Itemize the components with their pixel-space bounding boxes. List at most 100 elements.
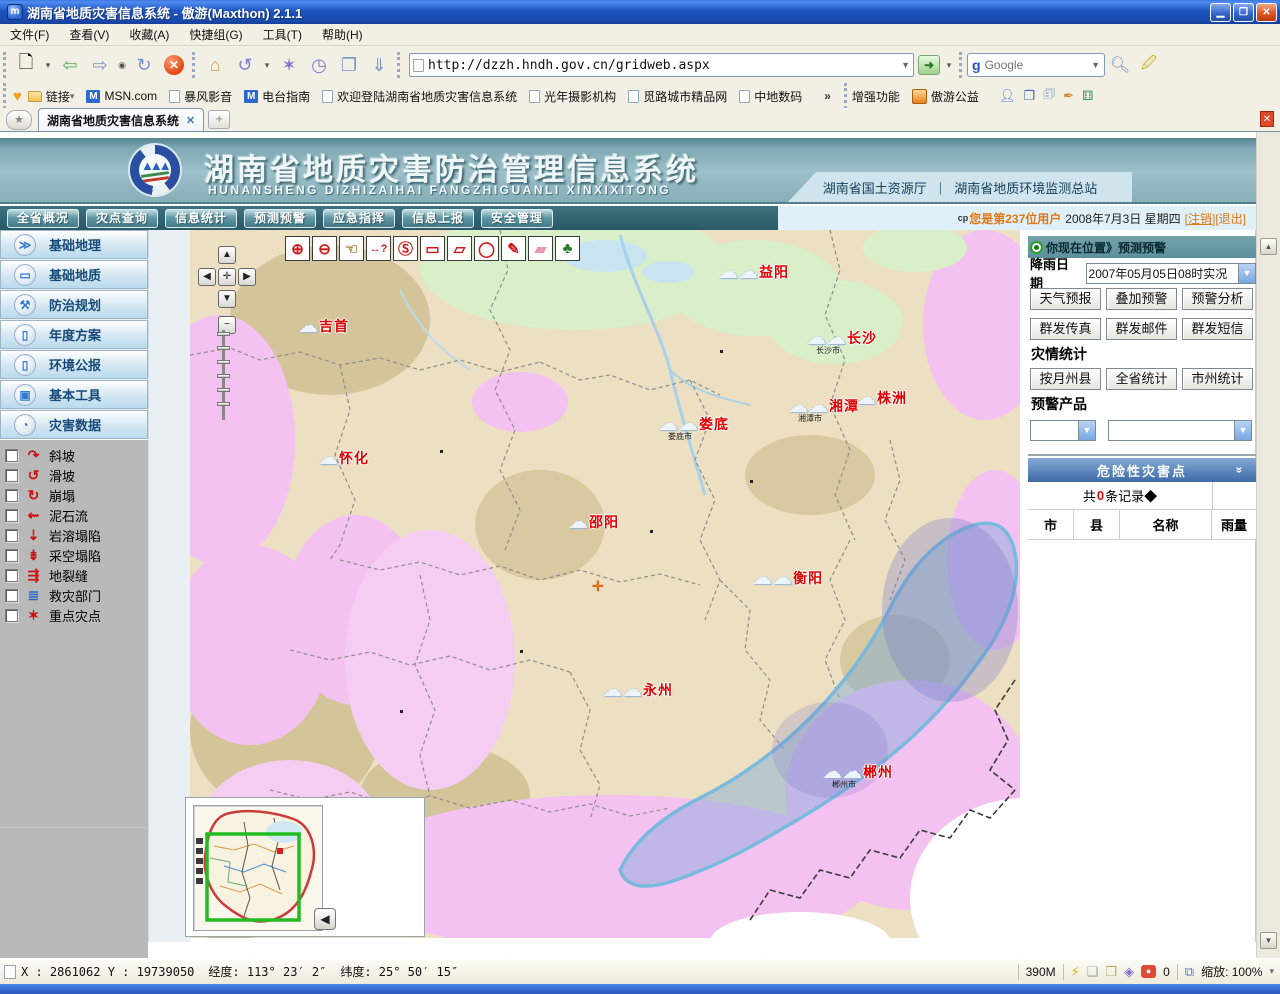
messenger-icon[interactable]: 👤︎ [999, 88, 1016, 104]
favorites-heart-icon[interactable]: ♥ [13, 88, 22, 105]
menu-groups[interactable]: 快捷组(G) [179, 23, 252, 46]
zoom-slider-tick[interactable] [217, 402, 230, 406]
checkbox[interactable] [5, 469, 18, 482]
link-radio[interactable]: M 电台指南 [244, 88, 310, 105]
enhance-features[interactable]: 增强功能 [852, 88, 900, 105]
overview-tool-square[interactable] [196, 878, 203, 884]
links-folder[interactable]: 链接 ▾ [28, 88, 75, 105]
clock-icon[interactable]: ◷ [304, 51, 334, 79]
nav-tab-overview[interactable]: 全省概况 [7, 209, 79, 228]
zoom-dropdown-icon[interactable]: ▾ [1269, 966, 1274, 977]
menu-tools[interactable]: 工具(T) [253, 23, 312, 46]
monthly-county-button[interactable]: 按月州县 [1030, 368, 1101, 390]
back-icon[interactable]: ⇦ [55, 51, 85, 79]
measure-distance-icon[interactable]: ↔? [366, 236, 391, 261]
boost-lightning-icon[interactable]: ⚡︎ [1071, 964, 1080, 980]
clip-rect-icon[interactable]: ▱ [447, 236, 472, 261]
sidebar-item-base-geology[interactable]: ▭ 基础地质 [0, 260, 148, 289]
layer-key-sites[interactable]: ✶ 重点灾点 [0, 605, 148, 625]
layer-collapse[interactable]: ↻ 崩塌 [0, 485, 148, 505]
sidebar-item-env-bulletin[interactable]: ▯ 环境公报 [0, 350, 148, 379]
nav-tab-forecast[interactable]: 预测预警 [244, 209, 316, 228]
zoom-slider-tick[interactable] [217, 332, 230, 336]
new-page-dropdown-icon[interactable]: ▾ [41, 51, 55, 79]
sidebar-item-annual-scheme[interactable]: ▯ 年度方案 [0, 320, 148, 349]
address-bar[interactable]: ▼ [409, 53, 914, 77]
menu-favorites[interactable]: 收藏(A) [119, 23, 179, 46]
window-titlebar[interactable]: m 湖南省地质灾害信息系统 - 傲游(Maxthon) 2.1.1 ▁ ❐ ✕ [0, 0, 1280, 24]
layer-ground-fissure[interactable]: ⇶ 地裂缝 [0, 565, 148, 585]
checkbox[interactable] [5, 589, 18, 602]
zoom-fit-icon[interactable]: ⧉ [1185, 964, 1194, 980]
pan-center-button[interactable]: ✛ [218, 268, 236, 286]
group-email-button[interactable]: 群发邮件 [1106, 318, 1177, 340]
checkbox[interactable] [5, 569, 18, 582]
chevron-down-icon[interactable]: ▼ [1078, 421, 1095, 440]
zoom-slider-tick[interactable] [217, 346, 230, 350]
zoom-slider-tick[interactable] [217, 374, 230, 378]
overlay-warning-button[interactable]: 叠加预警 [1106, 288, 1177, 310]
double-chevron-down-icon[interactable]: » [1233, 467, 1247, 472]
draw-point-icon[interactable]: ✎ [501, 236, 526, 261]
city-stats-button[interactable]: 市州统计 [1182, 368, 1253, 390]
layer-mining-collapse[interactable]: ⇟ 采空塌陷 [0, 545, 148, 565]
product-type-select[interactable]: ▼ [1030, 420, 1096, 441]
sidebar-close-icon[interactable]: ✕ [1260, 111, 1274, 127]
undo-icon[interactable]: ↺ [230, 51, 260, 79]
city-marker-hengyang[interactable]: ☁☁ 衡阳 [752, 568, 823, 588]
city-marker-changsha[interactable]: ☁☁ 长沙 长沙市 [806, 328, 877, 348]
home-icon[interactable]: ⌂ [200, 51, 230, 79]
zoom-in-icon[interactable]: ⊕ [285, 236, 310, 261]
city-marker-xiangtan[interactable]: ☁☁ 湘潭 湘潭市 [788, 396, 859, 416]
city-marker-zhuzhou[interactable]: ☁ 株洲 [856, 388, 907, 408]
checkbox[interactable] [5, 489, 18, 502]
sidebar-item-basic-tools[interactable]: ▣ 基本工具 [0, 380, 148, 409]
city-marker-yiyang[interactable]: ☁☁ 益阳 [718, 262, 789, 282]
close-button[interactable]: ✕ [1256, 3, 1277, 22]
zoom-slider-tick[interactable] [217, 360, 230, 364]
menu-view[interactable]: 查看(V) [59, 23, 119, 46]
search-icon[interactable]: 🔍︎ [1105, 51, 1135, 79]
overview-tool-square[interactable] [196, 868, 203, 874]
download-icon[interactable]: ⇓ [364, 51, 394, 79]
search-box[interactable]: g ▼ [967, 53, 1105, 77]
paint-icon[interactable]: ✒ [1063, 88, 1074, 104]
pan-down-button[interactable]: ▼ [218, 290, 236, 308]
scroll-up-icon[interactable]: ▲ [1260, 238, 1277, 255]
link-geo-monitor[interactable]: 湖南省地质环境监测总站 [954, 178, 1097, 197]
checkbox[interactable] [5, 509, 18, 522]
chevron-down-icon[interactable]: ▼ [1238, 264, 1255, 283]
overview-map[interactable]: ◀ [185, 797, 425, 937]
proxy-icon[interactable]: ❏ [1087, 964, 1099, 980]
dice-icon[interactable]: ⚅ [1082, 88, 1093, 104]
zoom-slider-tick[interactable] [217, 388, 230, 392]
nav-tab-query[interactable]: 灾点查询 [86, 209, 158, 228]
overview-tool-square[interactable] [196, 838, 203, 844]
links-overflow-chevron[interactable]: » [824, 89, 831, 103]
city-marker-chenzhou[interactable]: ☁☁ 郴州 郴州市 [822, 762, 893, 782]
checkbox[interactable] [5, 529, 18, 542]
address-dropdown-icon[interactable]: ▼ [901, 60, 910, 70]
group-sms-button[interactable]: 群发短信 [1182, 318, 1253, 340]
address-input[interactable] [428, 58, 901, 73]
layer-landslide[interactable]: ↺ 滑坡 [0, 465, 148, 485]
overview-tool-square[interactable] [196, 848, 203, 854]
content-filter-icon[interactable]: ◈ [1124, 964, 1134, 980]
nav-tab-security[interactable]: 安全管理 [481, 209, 553, 228]
favorites-star-icon[interactable]: ★ [6, 110, 32, 130]
danger-points-header[interactable]: 危险性灾害点 » [1028, 458, 1256, 482]
menu-help[interactable]: 帮助(H) [312, 23, 373, 46]
maxthon-charity[interactable]: 傲游公益 [912, 88, 979, 105]
go-button[interactable]: ➜ [918, 55, 940, 75]
eraser-icon[interactable]: ▰ [528, 236, 553, 261]
go-dropdown-icon[interactable]: ▾ [942, 51, 956, 79]
exit-link[interactable]: [退出] [1215, 210, 1246, 227]
layer-slope[interactable]: ↷ 斜坡 [0, 445, 148, 465]
restore-button[interactable]: ❐ [1233, 3, 1254, 22]
chevron-down-icon[interactable]: ▼ [1234, 421, 1251, 440]
sidebar-item-disaster-data[interactable]: ◔ 灾害数据 [0, 410, 148, 439]
scroll-down-icon[interactable]: ▼ [1260, 932, 1277, 949]
filler-wand-icon[interactable]: ✶ [274, 51, 304, 79]
city-marker-jishou[interactable]: ☁ 吉首 [298, 316, 349, 336]
province-stats-button[interactable]: 全省统计 [1106, 368, 1177, 390]
